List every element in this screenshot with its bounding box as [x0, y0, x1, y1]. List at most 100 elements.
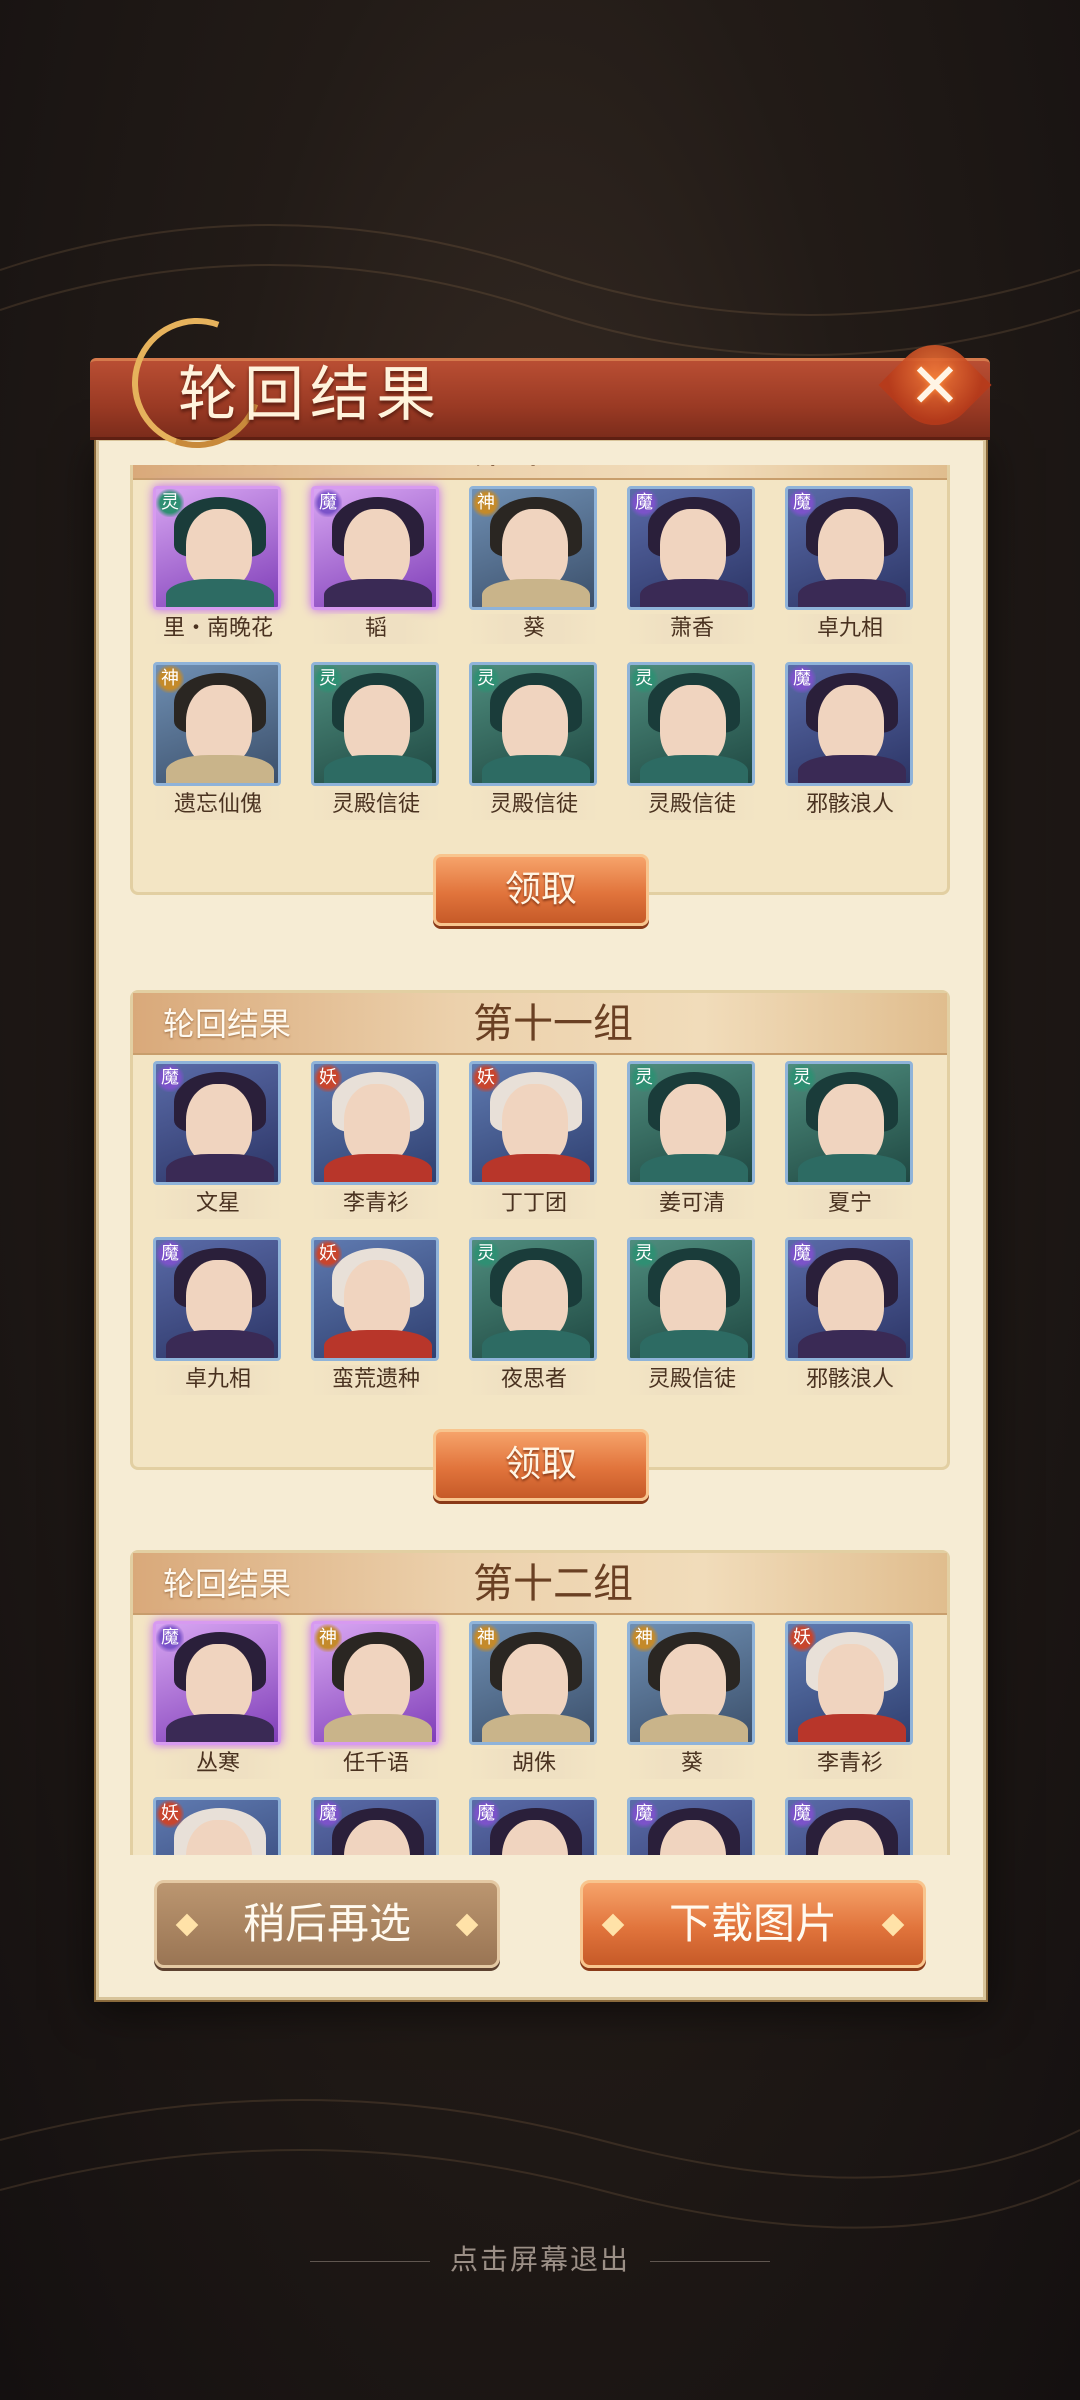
body-shape	[166, 579, 274, 607]
result-list[interactable]: 轮回结果第十组灵里・南晚花魔韬神葵魔萧香魔卓九相神遗忘仙傀灵灵殿信徒灵灵殿信徒灵…	[130, 465, 950, 1855]
face-shape	[344, 509, 410, 589]
hero-card[interactable]: 灵里・南晚花	[153, 486, 283, 646]
face-shape	[186, 1260, 252, 1340]
hero-card[interactable]: 魔	[469, 1797, 599, 1855]
body-shape	[166, 1330, 274, 1358]
body-shape	[798, 579, 906, 607]
hero-portrait: 神	[627, 1621, 755, 1745]
hero-card[interactable]: 妖蛮荒遗种	[311, 1237, 441, 1397]
face-shape	[344, 1644, 410, 1724]
body-shape	[166, 1154, 274, 1182]
hero-card[interactable]: 魔卓九相	[153, 1237, 283, 1397]
hero-card[interactable]: 神葵	[469, 486, 599, 646]
faction-badge: 妖	[788, 1624, 816, 1652]
hero-name: 葵	[469, 614, 599, 644]
faction-badge: 灵	[156, 489, 184, 517]
hero-card[interactable]: 灵姜可清	[627, 1061, 757, 1221]
face-shape	[502, 1260, 568, 1340]
face-shape	[502, 1084, 568, 1164]
hero-card[interactable]: 灵灵殿信徒	[311, 662, 441, 822]
hero-name: 卓九相	[785, 614, 915, 644]
hero-card[interactable]: 妖李青衫	[785, 1621, 915, 1781]
faction-badge: 灵	[314, 665, 342, 693]
result-group: 轮回结果第十组灵里・南晚花魔韬神葵魔萧香魔卓九相神遗忘仙傀灵灵殿信徒灵灵殿信徒灵…	[130, 465, 950, 926]
hero-card[interactable]: 神任千语	[311, 1621, 441, 1781]
face-shape	[818, 1084, 884, 1164]
body-shape	[798, 1714, 906, 1742]
download-image-button[interactable]: 下载图片	[580, 1880, 926, 1968]
body-shape	[798, 1330, 906, 1358]
hero-portrait: 魔	[311, 486, 439, 610]
group-name: 第十组	[473, 465, 593, 480]
hero-portrait: 灵	[469, 1237, 597, 1361]
hero-card[interactable]: 灵夏宁	[785, 1061, 915, 1221]
body-shape	[166, 1714, 274, 1742]
hero-card[interactable]: 灵夜思者	[469, 1237, 599, 1397]
page-title: 轮回结果	[178, 360, 442, 430]
hero-card[interactable]: 神胡侏	[469, 1621, 599, 1781]
hero-portrait: 妖	[153, 1797, 281, 1855]
hero-card[interactable]: 灵灵殿信徒	[627, 662, 757, 822]
choose-later-button[interactable]: 稍后再选	[154, 1880, 500, 1968]
faction-badge: 灵	[630, 1240, 658, 1268]
face-shape	[818, 1260, 884, 1340]
claim-button[interactable]: 领取	[433, 1429, 649, 1501]
faction-badge: 魔	[788, 1240, 816, 1268]
hero-card[interactable]: 灵灵殿信徒	[627, 1237, 757, 1397]
hero-card[interactable]: 妖	[153, 1797, 283, 1855]
hero-card[interactable]: 魔	[627, 1797, 757, 1855]
face-shape	[502, 685, 568, 765]
exit-hint[interactable]: 点击屏幕退出	[0, 2238, 1080, 2278]
claim-button[interactable]: 领取	[433, 854, 649, 926]
faction-badge: 魔	[156, 1064, 184, 1092]
hero-card[interactable]: 魔卓九相	[785, 486, 915, 646]
choose-later-label: 稍后再选	[242, 1899, 411, 1948]
close-button[interactable]: ✕	[878, 328, 992, 442]
hero-card[interactable]: 魔邪骸浪人	[785, 1237, 915, 1397]
group-result-label: 轮回结果	[163, 1565, 292, 1603]
hero-card[interactable]: 魔	[311, 1797, 441, 1855]
divider	[650, 2261, 770, 2262]
faction-badge: 魔	[156, 1624, 184, 1652]
faction-badge: 神	[630, 1624, 658, 1652]
hero-card[interactable]: 魔韬	[311, 486, 441, 646]
faction-badge: 灵	[472, 1240, 500, 1268]
hero-card[interactable]: 魔丛寒	[153, 1621, 283, 1781]
result-group: 轮回结果 第十二组魔丛寒神任千语神胡侏神葵妖李青衫妖魔魔魔魔	[130, 1550, 950, 1855]
hero-portrait: 神	[153, 662, 281, 786]
hero-portrait: 灵	[627, 1237, 755, 1361]
hero-card[interactable]: 妖李青衫	[311, 1061, 441, 1221]
hero-portrait: 妖	[785, 1621, 913, 1745]
hero-card[interactable]: 神葵	[627, 1621, 757, 1781]
hero-card[interactable]: 灵灵殿信徒	[469, 662, 599, 822]
hero-portrait: 魔	[627, 486, 755, 610]
body-shape	[640, 1714, 748, 1742]
face-shape	[344, 1260, 410, 1340]
hero-name: 夜思者	[469, 1365, 599, 1395]
hero-card[interactable]: 魔萧香	[627, 486, 757, 646]
hero-portrait: 神	[311, 1621, 439, 1745]
hero-name: 遗忘仙傀	[153, 790, 283, 820]
faction-badge: 妖	[314, 1240, 342, 1268]
faction-badge: 魔	[314, 1800, 342, 1828]
hero-name: 萧香	[627, 614, 757, 644]
body-shape	[166, 755, 274, 783]
hero-name: 邪骸浪人	[785, 790, 915, 820]
face-shape	[818, 1644, 884, 1724]
hero-portrait: 妖	[469, 1061, 597, 1185]
hero-card[interactable]: 魔	[785, 1797, 915, 1855]
hero-card[interactable]: 魔邪骸浪人	[785, 662, 915, 822]
hero-card[interactable]: 魔文星	[153, 1061, 283, 1221]
hero-portrait: 魔	[785, 662, 913, 786]
body-shape	[482, 755, 590, 783]
hero-card[interactable]: 神遗忘仙傀	[153, 662, 283, 822]
faction-badge: 灵	[472, 665, 500, 693]
hero-name: 灵殿信徒	[469, 790, 599, 820]
hero-name: 邪骸浪人	[785, 1365, 915, 1395]
faction-badge: 神	[472, 489, 500, 517]
group-name: 第十一组	[473, 1001, 633, 1047]
hero-portrait: 魔	[153, 1237, 281, 1361]
hero-card[interactable]: 妖丁丁团	[469, 1061, 599, 1221]
hero-portrait: 妖	[311, 1061, 439, 1185]
body-shape	[482, 579, 590, 607]
